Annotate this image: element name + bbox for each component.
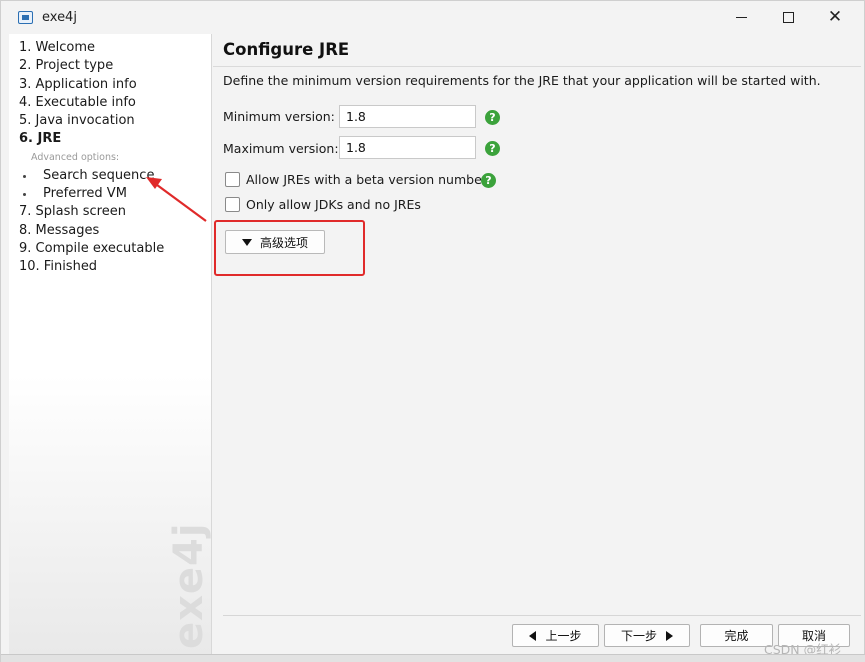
- step-jre[interactable]: 6. JRE: [19, 130, 164, 148]
- step-finished[interactable]: 10. Finished: [19, 258, 164, 276]
- step-application-info[interactable]: 3. Application info: [19, 76, 164, 94]
- help-icon[interactable]: ?: [481, 173, 496, 188]
- maximize-button[interactable]: [765, 1, 811, 34]
- window-title: exe4j: [42, 10, 77, 25]
- title-divider: [213, 66, 861, 67]
- substep-search-sequence[interactable]: Search sequence: [19, 167, 164, 185]
- step-project-type[interactable]: 2. Project type: [19, 57, 164, 75]
- substep-label: Preferred VM: [43, 186, 127, 202]
- step-splash-screen[interactable]: 7. Splash screen: [19, 203, 164, 221]
- substep-label: Search sequence: [43, 167, 155, 183]
- min-version-input[interactable]: [339, 105, 476, 128]
- only-jdks-row[interactable]: Only allow JDKs and no JREs: [225, 197, 421, 212]
- step-messages[interactable]: 8. Messages: [19, 222, 164, 240]
- page-title: Configure JRE: [223, 40, 350, 59]
- finish-button[interactable]: 完成: [700, 624, 773, 647]
- max-version-input[interactable]: [339, 136, 476, 159]
- help-icon[interactable]: ?: [485, 141, 500, 156]
- back-button[interactable]: 上一步: [512, 624, 599, 647]
- minimize-button[interactable]: [718, 1, 764, 34]
- triangle-right-icon: [666, 630, 673, 641]
- only-jdks-label: Only allow JDKs and no JREs: [246, 197, 421, 212]
- app-icon: [18, 11, 33, 24]
- wizard-steps-panel: 1. Welcome 2. Project type 3. Applicatio…: [9, 34, 212, 654]
- wizard-steps-list: 1. Welcome 2. Project type 3. Applicatio…: [19, 39, 164, 277]
- bullet-icon: [23, 174, 26, 178]
- close-icon: ✕: [827, 7, 843, 27]
- title-bar: exe4j ✕: [1, 1, 864, 34]
- min-version-label: Minimum version:: [223, 109, 335, 124]
- minimize-icon: [735, 17, 747, 18]
- step-executable-info[interactable]: 4. Executable info: [19, 94, 164, 112]
- page-description: Define the minimum version requirements …: [223, 73, 821, 88]
- only-jdks-checkbox[interactable]: [225, 197, 240, 212]
- triangle-left-icon: [529, 630, 537, 641]
- max-version-label: Maximum version:: [223, 141, 339, 156]
- bullet-icon: [23, 193, 26, 197]
- allow-beta-row[interactable]: Allow JREs with a beta version number: [225, 172, 487, 187]
- step-compile-executable[interactable]: 9. Compile executable: [19, 240, 164, 258]
- next-button[interactable]: 下一步: [604, 624, 690, 647]
- step-welcome[interactable]: 1. Welcome: [19, 39, 164, 57]
- advanced-options-label: Advanced options:: [31, 151, 120, 163]
- highlight-annotation-box: [214, 220, 365, 276]
- exe4j-watermark-logo: exe4j: [166, 522, 212, 649]
- allow-beta-checkbox[interactable]: [225, 172, 240, 187]
- next-button-label: 下一步: [620, 629, 657, 643]
- finish-button-label: 完成: [724, 629, 749, 643]
- substep-preferred-vm[interactable]: Preferred VM: [19, 185, 164, 203]
- maximize-icon: [782, 12, 794, 23]
- close-button[interactable]: ✕: [812, 1, 858, 34]
- step-java-invocation[interactable]: 5. Java invocation: [19, 112, 164, 130]
- main-content: Configure JRE Define the minimum version…: [213, 34, 861, 616]
- back-button-label: 上一步: [545, 629, 582, 643]
- exe4j-window: exe4j ✕ 1. Welcome 2. Project type 3. Ap…: [0, 0, 865, 662]
- bottom-strip: [1, 654, 865, 662]
- footer-divider: [223, 615, 861, 616]
- allow-beta-label: Allow JREs with a beta version number: [246, 172, 487, 187]
- help-icon[interactable]: ?: [485, 110, 500, 125]
